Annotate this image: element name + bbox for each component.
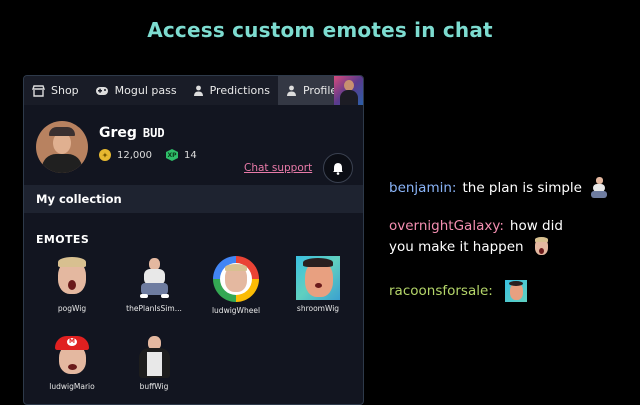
tab-shop[interactable]: Shop xyxy=(24,76,87,105)
tab-label: Mogul pass xyxy=(114,84,177,97)
chat-support-link[interactable]: Chat support xyxy=(244,162,312,174)
emote-pogwig[interactable]: pogWig xyxy=(32,256,112,313)
emote-label: ludwigMario xyxy=(49,382,95,391)
person-icon xyxy=(286,85,296,96)
emote-label: pogWig xyxy=(57,304,87,313)
emote-image xyxy=(213,256,259,302)
emote-image xyxy=(296,256,340,300)
user-avatar[interactable] xyxy=(334,76,363,105)
xp-icon: XP xyxy=(166,149,178,161)
emote-image: M xyxy=(50,334,94,378)
user-tag: BUD xyxy=(142,126,165,140)
chat-username: racoonsforsale: xyxy=(389,283,493,299)
person-icon xyxy=(193,85,203,96)
tab-predictions[interactable]: Predictions xyxy=(185,76,278,105)
emote-label: shroomWig xyxy=(296,304,340,313)
emote-pogwig-inline xyxy=(530,236,552,258)
emote-theplanissimple-inline xyxy=(588,177,610,199)
tab-label: Predictions xyxy=(209,84,270,97)
tab-label: Shop xyxy=(51,84,79,97)
emote-buffwig[interactable]: buffWig xyxy=(114,334,194,391)
store-icon xyxy=(32,84,45,97)
tab-bar: Shop Mogul pass Predictions Profile xyxy=(24,76,363,105)
currency-row: ✦ 12,000 XP 14 xyxy=(99,149,197,161)
bell-icon xyxy=(333,162,343,175)
chat-message: benjamin: the plan is simple xyxy=(389,177,610,199)
notification-button[interactable] xyxy=(323,153,353,183)
emote-label: thePlanIsSim... xyxy=(126,304,182,313)
chat-message: overnightGalaxy: how did you make it happ… xyxy=(389,216,589,258)
emote-image xyxy=(132,334,176,378)
profile-header: Greg BUD ✦ 12,000 XP 14 Chat support xyxy=(24,105,363,189)
chat-username: benjamin: xyxy=(389,180,457,196)
emote-panel: Shop Mogul pass Predictions Profile Greg… xyxy=(23,75,364,405)
profile-avatar xyxy=(36,121,88,173)
emote-label: ludwigWheel xyxy=(211,306,261,315)
headline: Access custom emotes in chat xyxy=(147,18,493,42)
coin-icon: ✦ xyxy=(99,149,111,161)
xp-value: 14 xyxy=(184,149,197,161)
emote-shroomwig[interactable]: shroomWig xyxy=(278,256,358,313)
chat-message: racoonsforsale: xyxy=(389,280,527,302)
profile-name: Greg BUD xyxy=(99,125,165,141)
gamepad-icon xyxy=(95,86,108,95)
chat-text: the plan is simple xyxy=(462,180,582,196)
emote-ludwigmario[interactable]: M ludwigMario xyxy=(32,334,112,391)
emotes-section-title: EMOTES xyxy=(36,233,90,246)
emote-image xyxy=(50,256,94,300)
collection-header: My collection xyxy=(24,185,363,213)
tab-mogul-pass[interactable]: Mogul pass xyxy=(87,76,185,105)
coin-balance: 12,000 xyxy=(117,149,152,161)
tab-label: Profile xyxy=(302,84,338,97)
emote-ludwigwheel[interactable]: ludwigWheel xyxy=(196,256,276,315)
emote-theplanissimple[interactable]: thePlanIsSim... xyxy=(114,256,194,313)
chat-username: overnightGalaxy: xyxy=(389,218,504,234)
emote-label: buffWig xyxy=(139,382,169,391)
emote-shroomwig-inline xyxy=(504,280,527,302)
emote-image xyxy=(132,256,176,300)
username: Greg xyxy=(99,125,137,141)
